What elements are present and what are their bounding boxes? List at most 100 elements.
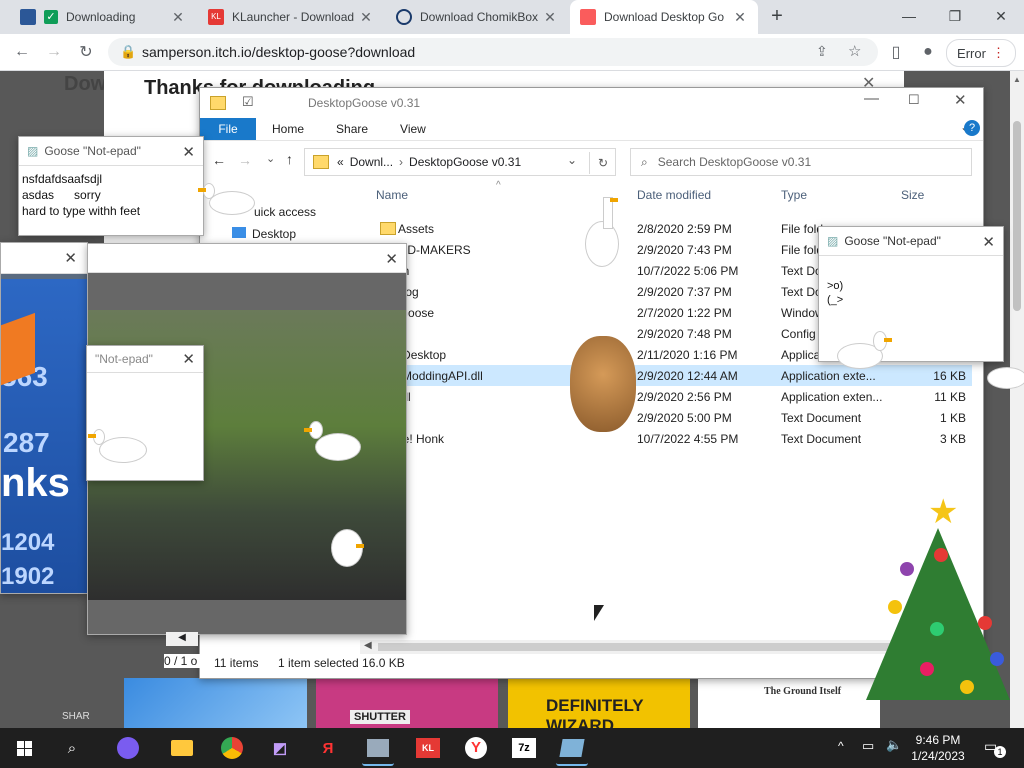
scrollbar-thumb[interactable] (1013, 121, 1021, 311)
error-button[interactable]: Error ⋮ (946, 39, 1016, 67)
share-icon[interactable]: ⇪ (816, 43, 828, 60)
yandex-browser-icon[interactable]: Y (460, 732, 492, 764)
file-date: 2/11/2020 1:16 PM (637, 348, 738, 362)
url-text[interactable]: samperson.itch.io/desktop-goose?download (142, 44, 415, 60)
volume-icon[interactable]: 🔈 (886, 737, 902, 753)
klauncher-icon[interactable]: KL (412, 732, 444, 764)
start-icon[interactable] (8, 732, 40, 764)
up-arrow-icon[interactable]: ↑ (286, 151, 293, 167)
minimize-icon[interactable]: — (864, 90, 879, 107)
tab-klauncher[interactable]: KL KLauncher - Download ✕ (198, 0, 384, 34)
file-row[interactable]: ad me! Honk 10/7/2022 4:55 PM Text Documen… (360, 428, 972, 449)
goose-icon[interactable] (556, 732, 588, 766)
ribbon-share-tab[interactable]: Share (336, 122, 368, 136)
assistant-icon[interactable] (112, 732, 144, 764)
recent-locations-icon[interactable]: ⌄ (266, 152, 275, 165)
file-name: Assets (398, 222, 435, 236)
breadcrumb-item[interactable]: DesktopGoose v0.31 (409, 155, 521, 169)
refresh-icon[interactable]: ↻ (589, 152, 616, 174)
file-row[interactable]: trons2/9/2020 5:00 PMText Document1 KB (360, 407, 972, 428)
properties-check-icon[interactable]: ☑ (242, 94, 254, 110)
column-size[interactable]: Size (901, 188, 924, 202)
ribbon-home-tab[interactable]: Home (272, 122, 304, 136)
breadcrumb-overflow[interactable]: « (337, 155, 344, 169)
new-tab-button[interactable]: + (760, 0, 794, 32)
bookmark-star-icon[interactable]: ☆ (848, 42, 861, 60)
notepad-window: ▨ Goose "Not-epad" ✕ nsfdafdsaafsdjl asd… (18, 136, 204, 236)
show-hidden-icons-icon[interactable]: ^ (838, 739, 844, 753)
clock[interactable]: 9:46 PM 1/24/2023 (908, 732, 968, 764)
notepad-line: (_> (827, 294, 844, 306)
nav-quick-access[interactable]: uick access (254, 205, 316, 219)
nav-desktop[interactable]: Desktop (252, 227, 296, 241)
notepad-text-area[interactable]: >o) (_> (827, 279, 843, 307)
address-bar[interactable]: 🔒 samperson.itch.io/desktop-goose?downlo… (108, 38, 878, 66)
column-name[interactable]: Name (376, 188, 408, 202)
close-window-icon[interactable]: ✕ (978, 0, 1024, 32)
scroll-left-icon[interactable]: ◀ (364, 640, 372, 651)
breadcrumb-item[interactable]: Downl... (350, 155, 393, 169)
scroll-left-icon[interactable]: ◀ (166, 632, 198, 646)
chevron-down-icon[interactable]: ⌄ (567, 153, 577, 167)
page-scrollbar[interactable]: ▲ (1010, 71, 1024, 728)
maximize-icon[interactable]: ☐ (908, 92, 920, 108)
side-panel-icon[interactable]: ▯ (884, 40, 908, 64)
notepad-title: "Not-epad" (95, 352, 153, 366)
breadcrumb[interactable]: « Downl... › DesktopGoose v0.31 ⌄ ↻ (304, 148, 616, 176)
back-arrow-icon[interactable]: ← (212, 152, 226, 168)
app-icon[interactable] (362, 732, 394, 766)
close-icon[interactable]: ✕ (182, 143, 195, 161)
minimize-icon[interactable]: — (886, 0, 932, 32)
scroll-up-icon[interactable]: ▲ (1013, 75, 1021, 84)
search-input[interactable]: ⌕ Search DesktopGoose v0.31 (630, 148, 972, 176)
close-tab-icon[interactable]: ✕ (170, 9, 186, 26)
network-icon[interactable]: ▭ (862, 738, 874, 754)
tab-downloading[interactable]: ✓ Downloading ✕ (10, 0, 196, 34)
folder-icon[interactable] (166, 732, 198, 764)
7zip-icon[interactable]: 7z (508, 732, 540, 764)
tab-chomikbox[interactable]: Download ChomikBox ✕ (386, 0, 568, 34)
search-icon[interactable]: ⌕ (56, 732, 88, 764)
ribbon-file-tab[interactable]: File (200, 118, 256, 140)
restore-icon[interactable]: ❐ (932, 0, 978, 32)
file-row[interactable]: MQ.dll2/9/2020 2:56 PMApplication exten.… (360, 386, 972, 407)
ribbon-tabs: File Home Share View ⌄ ? (200, 118, 983, 141)
navigation-bar: ← → ⌄ ↑ « Downl... › DesktopGoose v0.31 … (200, 146, 983, 176)
reload-icon[interactable]: ↻ (74, 40, 98, 64)
close-icon[interactable]: ✕ (385, 250, 398, 268)
close-tab-icon[interactable]: ✕ (542, 9, 558, 26)
close-tab-icon[interactable]: ✕ (732, 9, 748, 26)
notepad-text-area[interactable]: nsfdafdsaafsdjl asdas sorry hard to type… (22, 171, 140, 219)
notepad-title: Goose "Not-epad" (844, 234, 941, 248)
game-thumbnail[interactable]: SHUTTER (316, 678, 498, 728)
error-label: Error (957, 45, 986, 61)
folder-icon (313, 155, 329, 169)
close-icon[interactable]: ✕ (182, 350, 195, 368)
yandex-icon[interactable]: Я (312, 732, 344, 764)
game-thumbnail[interactable]: The Ground Itself (698, 678, 880, 728)
game-thumbnail[interactable]: DEFINITELY WIZARD (508, 678, 690, 728)
scrollbar-thumb[interactable] (378, 643, 938, 651)
profile-avatar-icon[interactable]: ● (916, 40, 940, 64)
close-tab-icon[interactable]: ✕ (358, 9, 374, 26)
folder-icon (380, 222, 396, 235)
forward-arrow-icon[interactable]: → (42, 40, 66, 64)
visual-studio-icon[interactable]: ◩ (264, 732, 296, 764)
forward-arrow-icon[interactable]: → (238, 152, 252, 168)
tab-label: Downloading (66, 10, 136, 24)
chrome-icon[interactable] (216, 732, 248, 764)
back-arrow-icon[interactable]: ← (10, 40, 34, 64)
ribbon-view-tab[interactable]: View (400, 122, 426, 136)
goose-icon (88, 426, 150, 472)
lock-icon: 🔒 (120, 44, 137, 59)
game-thumbnail[interactable] (124, 678, 307, 728)
help-icon[interactable]: ? (964, 120, 980, 136)
column-date-modified[interactable]: Date modified (637, 188, 711, 202)
close-icon[interactable]: ✕ (64, 249, 77, 267)
meme-text: 1204 (1, 529, 55, 556)
tab-desktop-goose[interactable]: Download Desktop Go ✕ (570, 0, 758, 34)
column-type[interactable]: Type (781, 188, 807, 202)
close-icon[interactable]: ✕ (982, 233, 995, 251)
checkmark-icon: ✓ (44, 10, 58, 24)
close-window-icon[interactable]: ✕ (954, 91, 967, 109)
